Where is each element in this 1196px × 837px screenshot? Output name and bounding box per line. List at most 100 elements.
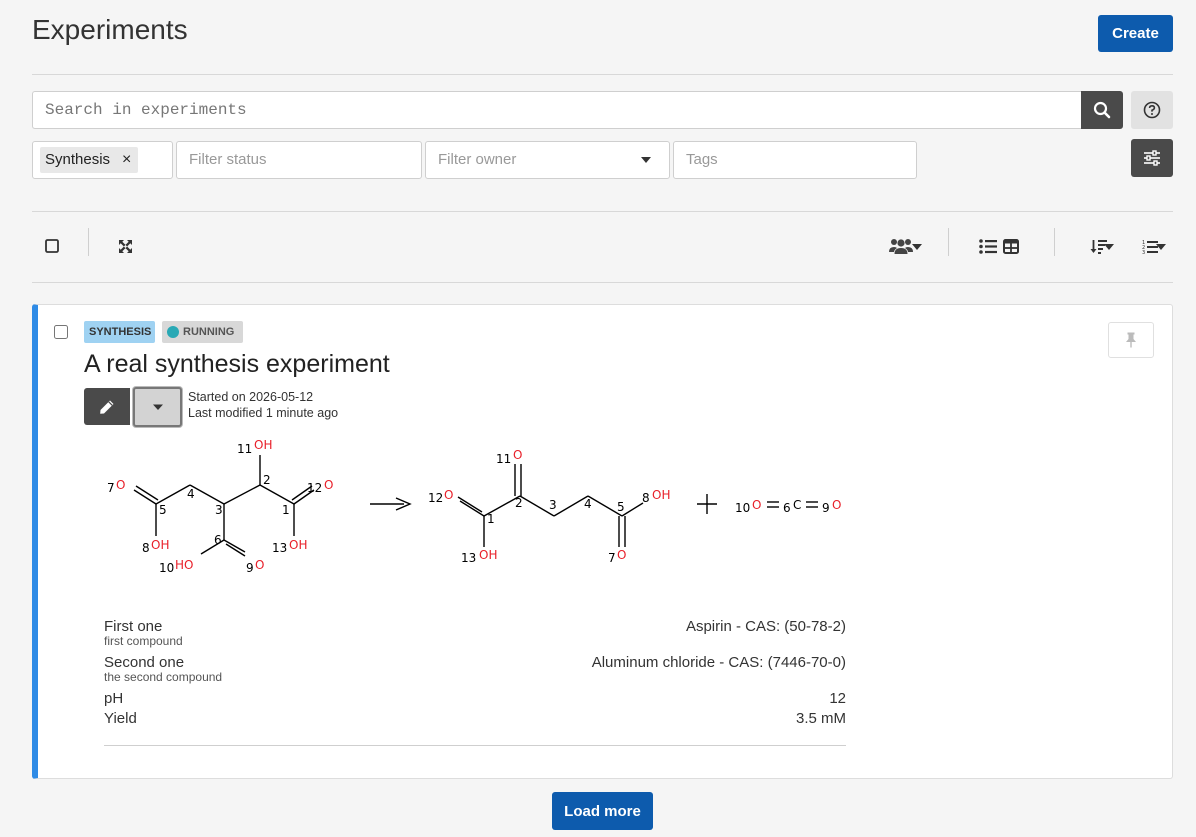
started-date: Started on 2026-05-12: [188, 390, 314, 404]
product-label: 10: [735, 501, 750, 515]
reactant-label: 6: [214, 533, 222, 547]
toolbar-divider: [948, 228, 949, 256]
checkbox-icon: [45, 239, 59, 253]
field-description: the second compound: [104, 670, 223, 684]
experiment-dates: Started on 2026-05-12 Last modified 1 mi…: [188, 389, 338, 421]
reactant-label: 8: [142, 541, 150, 555]
product-label: 2: [515, 496, 523, 510]
field-row: Second one the second compound Aluminum …: [104, 654, 846, 690]
header-divider: [32, 74, 1173, 75]
svg-text:3: 3: [1142, 250, 1145, 254]
status-dot-icon: [167, 326, 179, 338]
tags-filter[interactable]: Tags: [673, 141, 917, 179]
pin-button[interactable]: [1108, 322, 1154, 358]
reaction-scheme: 7 O 5 4 3 11 OH 2 12 O 1 8 OH 6 13 OH 10…: [107, 438, 841, 575]
field-row: pH 12: [104, 690, 846, 710]
reactant-label: 9: [246, 561, 254, 575]
product-label: 7: [608, 551, 616, 565]
reactant-label: 11: [237, 442, 252, 456]
list-view-button[interactable]: [978, 237, 998, 255]
search-button[interactable]: [1081, 91, 1123, 129]
owner-filter-placeholder: Filter owner: [438, 151, 517, 168]
caret-down-icon: [152, 404, 163, 410]
category-tag-label: Synthesis: [45, 151, 111, 168]
reactant-label: 4: [187, 487, 195, 501]
fields-divider: [104, 745, 846, 746]
tags-filter-placeholder: Tags: [686, 151, 718, 168]
sliders-icon: [1144, 150, 1160, 166]
extra-fields: First one first compound Aspirin - CAS: …: [104, 618, 846, 730]
product-label: 5: [617, 500, 625, 514]
reactant-label: HO: [175, 558, 193, 572]
field-row: Yield 3.5 mM: [104, 710, 846, 730]
status-label: RUNNING: [183, 326, 235, 338]
filters-divider: [32, 211, 1173, 212]
field-row: First one first compound Aspirin - CAS: …: [104, 618, 846, 654]
reactant-label: 7: [107, 481, 115, 495]
experiment-select-checkbox[interactable]: [54, 325, 68, 339]
reactant-label: OH: [151, 538, 169, 552]
product-label: OH: [652, 488, 670, 502]
expand-all-button[interactable]: [116, 237, 134, 255]
experiment-title[interactable]: A real synthesis experiment: [84, 350, 390, 379]
reactant-label: 13: [272, 541, 287, 555]
last-modified: Last modified 1 minute ago: [188, 406, 339, 420]
create-button[interactable]: Create: [1098, 15, 1173, 52]
visibility-dropdown[interactable]: [880, 236, 922, 256]
status-filter-placeholder: Filter status: [189, 151, 267, 168]
category-badge: SYNTHESIS: [84, 321, 155, 343]
product-label: O: [752, 498, 761, 512]
users-icon: [889, 239, 913, 254]
select-all-button[interactable]: [44, 238, 60, 254]
edit-button[interactable]: [84, 388, 130, 425]
search-icon: [1093, 101, 1111, 119]
remove-tag-button[interactable]: ×: [122, 147, 131, 173]
reactant-label: OH: [289, 538, 307, 552]
field-value: Aluminum chloride - CAS: (7446-70-0): [591, 654, 846, 671]
table-view-button[interactable]: [1002, 237, 1020, 255]
field-name: pH: [104, 690, 124, 707]
sort-field-dropdown[interactable]: 1 2 3: [1132, 237, 1168, 255]
thumbtack-icon: [1126, 332, 1136, 348]
advanced-search-button[interactable]: [1131, 139, 1173, 177]
product-label: OH: [479, 548, 497, 562]
field-description: first compound: [104, 634, 183, 648]
reactant-label: 2: [263, 473, 271, 487]
sort-order-caret-icon: [1104, 244, 1114, 250]
toolbar-divider-bottom: [32, 282, 1173, 283]
reactant-label: O: [324, 478, 333, 492]
product-label: 12: [428, 491, 443, 505]
reactant-label: OH: [254, 438, 272, 452]
field-value: Aspirin - CAS: (50-78-2): [685, 618, 846, 635]
chevron-down-icon: [641, 157, 651, 163]
reactant-label: O: [116, 478, 125, 492]
product-label: 9: [822, 501, 830, 515]
search-input[interactable]: [32, 91, 1082, 129]
product-label: O: [832, 498, 841, 512]
product-label: 13: [461, 551, 476, 565]
status-badge: RUNNING: [162, 321, 243, 343]
load-more-button[interactable]: Load more: [552, 792, 653, 830]
sort-field-caret-icon: [1156, 244, 1166, 250]
status-filter[interactable]: Filter status: [176, 141, 422, 179]
product-label: 4: [584, 497, 592, 511]
list-icon: [979, 238, 997, 254]
help-button[interactable]: [1131, 91, 1173, 129]
visibility-caret-icon: [912, 244, 922, 250]
toolbar-divider: [1054, 228, 1055, 256]
more-actions-button[interactable]: [133, 387, 182, 427]
sort-order-dropdown[interactable]: [1080, 237, 1116, 255]
reactant-label: O: [255, 558, 264, 572]
product-label: 11: [496, 452, 511, 466]
product-label: O: [617, 548, 626, 562]
page-title: Experiments: [32, 14, 188, 45]
product-label: O: [513, 448, 522, 462]
field-name: Yield: [104, 710, 137, 727]
product-label: C: [793, 498, 801, 512]
reactant-label: 10: [159, 561, 174, 575]
product-label: 8: [642, 491, 650, 505]
table-icon: [1003, 238, 1019, 254]
toolbar-divider: [88, 228, 89, 256]
product-label: 1: [487, 512, 495, 526]
owner-filter[interactable]: Filter owner: [425, 141, 670, 179]
